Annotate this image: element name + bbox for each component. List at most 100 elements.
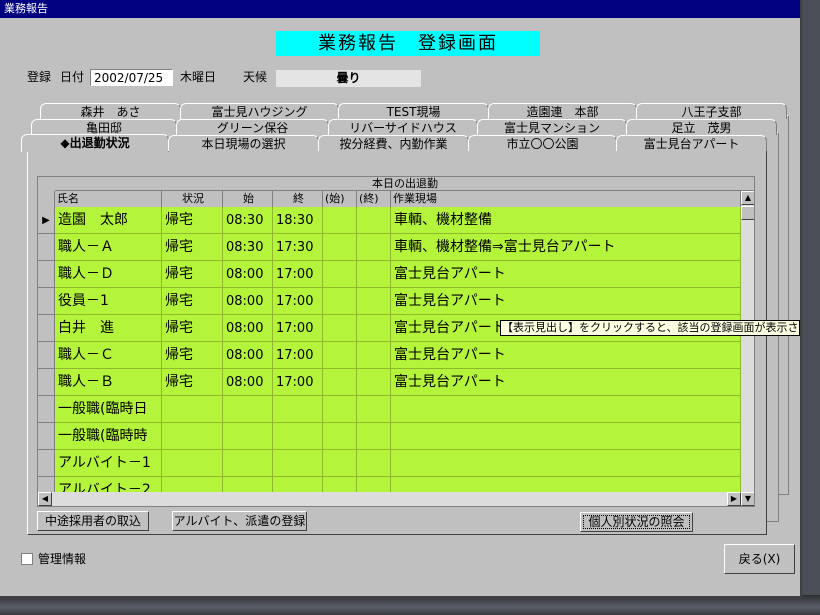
cell-site[interactable]: 車輌、機材整備⇒富士見台アパート [391,234,741,261]
back-button[interactable]: 戻る(X) [724,544,795,574]
table-row[interactable]: 役員－1 帰宅 08:00 17:00 富士見台アパート [38,288,741,315]
cell-name[interactable]: 一般職(臨時日 [55,396,162,423]
cell-col4[interactable] [323,450,357,477]
tab-row1-4[interactable]: 八王子支部 [636,103,787,119]
cell-name[interactable]: 職人－Ｄ [55,261,162,288]
scroll-left-arrow-icon[interactable]: ◀ [38,492,52,506]
cell-start[interactable]: 08:00 [223,342,273,369]
tab-row2-2[interactable]: リバーサイドハウス [328,119,478,135]
cell-status[interactable] [162,423,223,450]
table-row[interactable]: 一般職(臨時日 [38,396,741,423]
col-header-site[interactable]: 作業現場 [391,191,741,207]
col-header-name[interactable]: 氏名 [55,191,162,207]
current-row-arrow-icon[interactable]: ▶ [38,207,55,234]
cell-end[interactable] [273,450,323,477]
cell-status[interactable]: 帰宅 [162,342,223,369]
cell-name[interactable]: 職人－Ａ [55,234,162,261]
cell-col4[interactable] [323,288,357,315]
cell-col4[interactable] [323,342,357,369]
cell-site[interactable]: 富士見台アパート [391,261,741,288]
cell-end[interactable]: 17:30 [273,234,323,261]
scroll-right-arrow-icon[interactable]: ▶ [727,492,741,506]
cell-site[interactable]: 富士見台アパート [391,288,741,315]
col-header-start[interactable]: 始 [223,191,273,207]
cell-col5[interactable] [357,423,391,450]
tab-row3-1[interactable]: 本日現場の選択 [168,135,319,151]
table-row[interactable]: 職人－Ａ 帰宅 08:30 17:30 車輌、機材整備⇒富士見台アパート [38,234,741,261]
col-header-status[interactable]: 状況 [162,191,223,207]
weather-field[interactable]: 曇り [276,70,421,87]
cell-site[interactable]: 富士見台アパート [391,342,741,369]
cell-end[interactable]: 17:00 [273,315,323,342]
col-header-end-alt[interactable]: (終) [357,191,391,207]
row-selector[interactable] [38,261,55,288]
cell-start[interactable] [223,423,273,450]
cell-status[interactable]: 帰宅 [162,369,223,396]
table-row[interactable]: 職人－Ｃ 帰宅 08:00 17:00 富士見台アパート [38,342,741,369]
cell-col5[interactable] [357,450,391,477]
cell-col4[interactable] [323,207,357,234]
cell-col4[interactable] [323,396,357,423]
row-selector[interactable] [38,450,55,477]
row-selector[interactable] [38,423,55,450]
table-row[interactable]: 一般職(臨時時 [38,423,741,450]
tab-row2-4[interactable]: 足立 茂男 [626,119,777,135]
cell-col5[interactable] [357,315,391,342]
cell-site[interactable]: 車輌、機材整備 [391,207,741,234]
cell-col4[interactable] [323,315,357,342]
cell-col4[interactable] [323,423,357,450]
cell-col5[interactable] [357,288,391,315]
tab-row1-0[interactable]: 森井 あさ [40,103,181,119]
cell-end[interactable] [273,396,323,423]
scroll-thumb[interactable] [741,206,754,220]
cell-name[interactable]: 役員－1 [55,288,162,315]
scroll-down-arrow-icon[interactable]: ▼ [741,492,754,506]
row-selector[interactable] [38,315,55,342]
cell-end[interactable] [273,423,323,450]
cell-col5[interactable] [357,207,391,234]
cell-col4[interactable] [323,369,357,396]
tab-row1-1[interactable]: 富士見ハウジング [180,103,339,119]
cell-name[interactable]: 職人－Ｂ [55,369,162,396]
col-header-start-alt[interactable]: (始) [323,191,357,207]
cell-col4[interactable] [323,234,357,261]
row-selector[interactable] [38,342,55,369]
cell-name[interactable]: 一般職(臨時時 [55,423,162,450]
cell-end[interactable]: 18:30 [273,207,323,234]
cell-status[interactable] [162,396,223,423]
cell-status[interactable]: 帰宅 [162,261,223,288]
tab-row1-3[interactable]: 造園連 本部 [488,103,637,119]
horizontal-scrollbar[interactable]: ◀ ▶ [38,492,741,506]
cell-start[interactable]: 08:00 [223,369,273,396]
table-row[interactable]: 職人－Ｄ 帰宅 08:00 17:00 富士見台アパート [38,261,741,288]
cell-status[interactable] [162,450,223,477]
cell-status[interactable]: 帰宅 [162,315,223,342]
management-info-checkbox[interactable] [21,553,33,565]
cell-name[interactable]: 白井 進 [55,315,162,342]
cell-start[interactable]: 08:00 [223,315,273,342]
cell-col5[interactable] [357,234,391,261]
cell-site[interactable] [391,450,741,477]
cell-start[interactable]: 08:30 [223,207,273,234]
table-row[interactable]: ▶ 造園 太郎 帰宅 08:30 18:30 車輌、機材整備 [38,207,741,234]
tab-row3-3[interactable]: 市立〇〇公園 [468,135,617,151]
cell-end[interactable]: 17:00 [273,288,323,315]
cell-name[interactable]: アルバイト－1 [55,450,162,477]
row-selector[interactable] [38,288,55,315]
cell-site[interactable] [391,423,741,450]
row-selector[interactable] [38,234,55,261]
cell-end[interactable]: 17:00 [273,261,323,288]
tab-row3-2[interactable]: 按分経費、内勤作業 [318,135,469,151]
vertical-scrollbar[interactable]: ▲ [741,191,754,492]
cell-name[interactable]: 職人－Ｃ [55,342,162,369]
import-midterm-button[interactable]: 中途採用者の取込 [37,511,149,531]
tab-row3-4[interactable]: 富士見台アパート [616,135,767,151]
cell-col5[interactable] [357,369,391,396]
tab-row2-0[interactable]: 亀田邸 [31,119,177,135]
tab-row2-1[interactable]: グリーン保谷 [176,119,329,135]
cell-col5[interactable] [357,342,391,369]
row-selector[interactable] [38,396,55,423]
tab-row2-3[interactable]: 富士見マンション [477,119,627,135]
table-row[interactable]: アルバイト－1 [38,450,741,477]
cell-site[interactable]: 富士見台アパート [391,369,741,396]
